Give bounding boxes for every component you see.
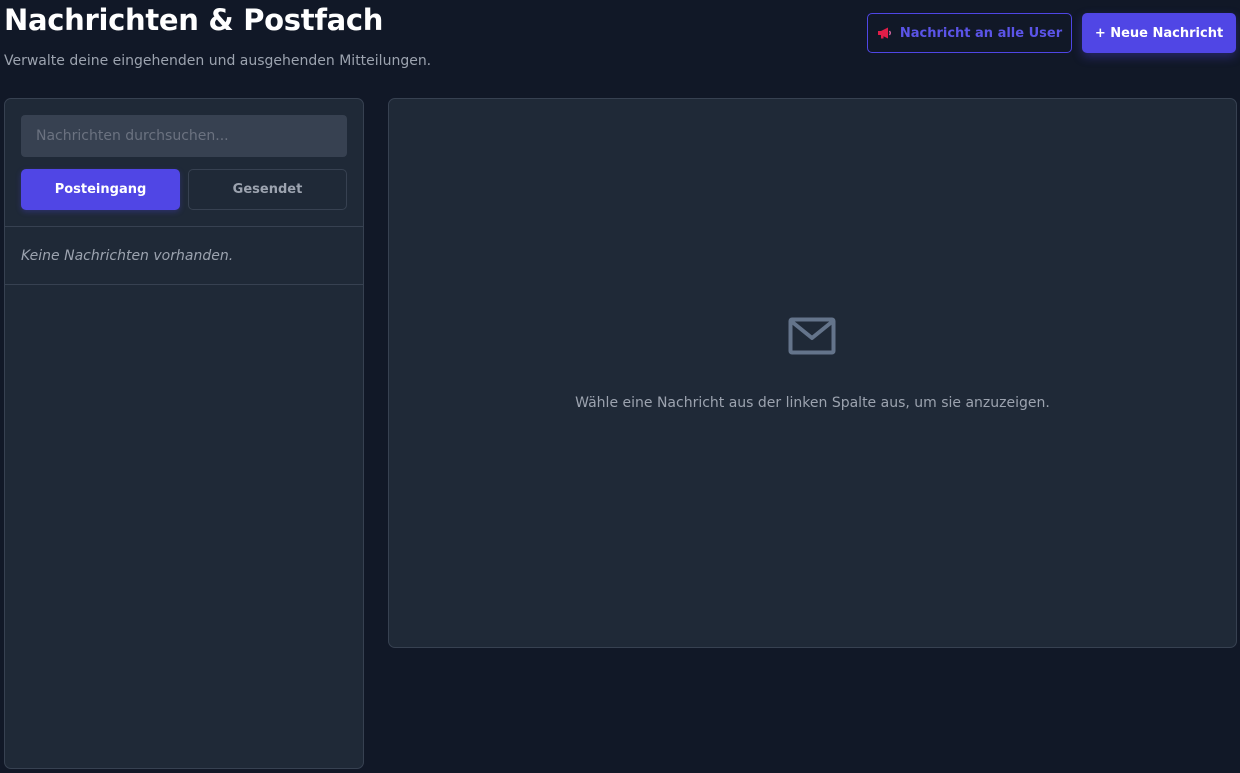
empty-state-text: Keine Nachrichten vorhanden. bbox=[21, 248, 234, 264]
search-input[interactable] bbox=[21, 115, 347, 157]
page-subtitle: Verwalte deine eingehenden und ausgehend… bbox=[4, 53, 432, 69]
envelope-icon bbox=[788, 317, 836, 355]
broadcast-button-label: Nachricht an alle User bbox=[899, 25, 1063, 41]
tab-inbox[interactable]: Posteingang bbox=[21, 169, 180, 210]
megaphone-icon bbox=[877, 27, 892, 39]
message-list-panel: Posteingang Gesendet Keine Nachrichten v… bbox=[4, 98, 364, 769]
detail-placeholder-text: Wähle eine Nachricht aus der linken Spal… bbox=[575, 395, 1050, 411]
page-title: Nachrichten & Postfach bbox=[4, 3, 384, 37]
broadcast-button[interactable]: Nachricht an alle User bbox=[867, 13, 1072, 53]
message-detail-panel: Wähle eine Nachricht aus der linken Spal… bbox=[388, 98, 1237, 648]
divider bbox=[5, 226, 363, 227]
tab-sent[interactable]: Gesendet bbox=[188, 169, 347, 210]
divider bbox=[5, 284, 363, 285]
messages-page: Nachrichten & Postfach Verwalte deine ei… bbox=[0, 0, 1240, 773]
new-message-button[interactable]: + Neue Nachricht bbox=[1082, 13, 1236, 53]
